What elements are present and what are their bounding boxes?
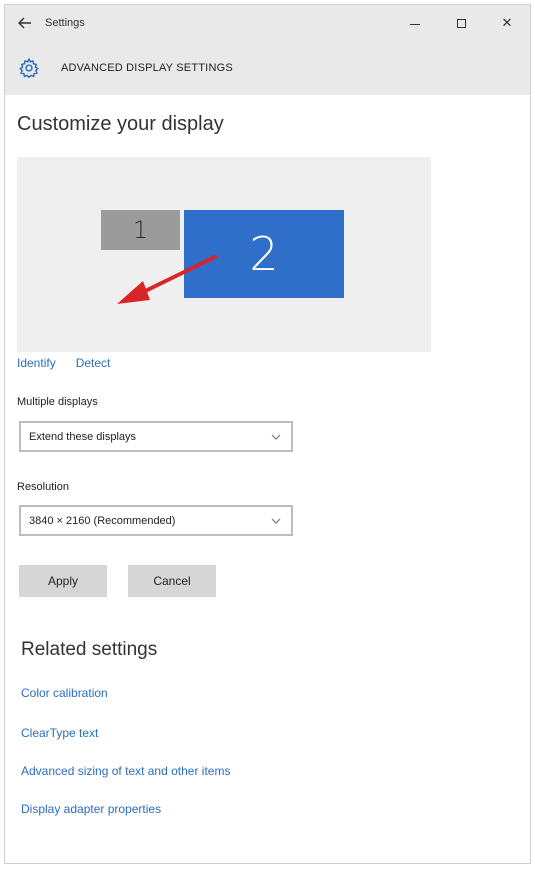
resolution-value: 3840 × 2160 (Recommended) bbox=[29, 514, 176, 527]
maximize-icon bbox=[456, 18, 466, 28]
apply-button[interactable]: Apply bbox=[19, 565, 107, 597]
minimize-button[interactable] bbox=[392, 5, 438, 41]
multiple-displays-label: Multiple displays bbox=[17, 396, 98, 408]
page-header-title: ADVANCED DISPLAY SETTINGS bbox=[61, 62, 233, 74]
display-arrangement-preview: 1 2 bbox=[17, 157, 431, 352]
detect-link[interactable]: Detect bbox=[76, 356, 111, 370]
identify-link[interactable]: Identify bbox=[17, 356, 56, 370]
page-header: ADVANCED DISPLAY SETTINGS bbox=[5, 41, 530, 95]
multiple-displays-dropdown[interactable]: Extend these displays bbox=[19, 421, 293, 452]
back-arrow-icon[interactable] bbox=[5, 5, 45, 41]
annotation-arrow-icon bbox=[117, 255, 217, 304]
advanced-sizing-link[interactable]: Advanced sizing of text and other items bbox=[21, 764, 230, 778]
chevron-down-icon bbox=[271, 434, 281, 440]
chevron-down-icon bbox=[271, 518, 281, 524]
display-links: Identify Detect bbox=[17, 356, 110, 370]
color-calibration-link[interactable]: Color calibration bbox=[21, 686, 108, 700]
window-title: Settings bbox=[45, 17, 85, 29]
title-bar: Settings ✕ bbox=[5, 5, 530, 41]
close-button[interactable]: ✕ bbox=[484, 5, 530, 41]
related-settings-heading: Related settings bbox=[21, 639, 158, 660]
resolution-dropdown[interactable]: 3840 × 2160 (Recommended) bbox=[19, 505, 293, 536]
main-content: Customize your display 1 2 Identify Dete… bbox=[17, 95, 530, 863]
cancel-button[interactable]: Cancel bbox=[128, 565, 216, 597]
minimize-icon bbox=[410, 23, 420, 26]
page-title: Customize your display bbox=[17, 113, 224, 135]
display-adapter-properties-link[interactable]: Display adapter properties bbox=[21, 802, 161, 816]
cleartype-text-link[interactable]: ClearType text bbox=[21, 726, 98, 740]
gear-icon bbox=[17, 56, 41, 80]
maximize-button[interactable] bbox=[438, 5, 484, 41]
multiple-displays-value: Extend these displays bbox=[29, 430, 137, 443]
resolution-label: Resolution bbox=[17, 481, 69, 493]
close-icon: ✕ bbox=[501, 15, 513, 30]
settings-window: Settings ✕ ADVANCED DISPLAY SETTINGS Cus… bbox=[4, 4, 531, 864]
